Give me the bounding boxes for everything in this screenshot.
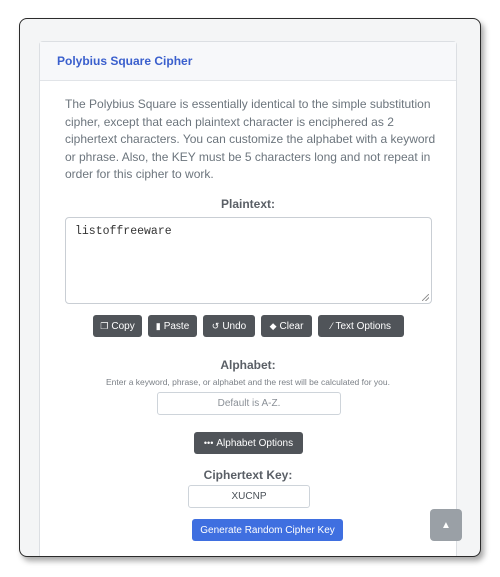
paste-button[interactable]: ▮ Paste: [148, 315, 197, 337]
description-text: The Polybius Square is essentially ident…: [65, 97, 436, 181]
card-title: Polybius Square Cipher: [57, 54, 193, 68]
generate-key-button[interactable]: Generate Random Cipher Key: [192, 519, 343, 541]
clear-button[interactable]: ◆ Clear: [261, 315, 312, 337]
ellipsis-icon: •••: [203, 437, 214, 448]
cipher-key-input[interactable]: XUCNP: [188, 485, 310, 508]
window-frame: Polybius Square Cipher The Polybius Squa…: [19, 18, 481, 557]
alphabet-options-button[interactable]: ••• Alphabet Options: [194, 432, 303, 454]
paste-label: Paste: [163, 320, 190, 332]
alphabet-placeholder: Default is A-Z.: [217, 398, 281, 409]
copy-label: Copy: [111, 320, 135, 332]
clear-label: Clear: [279, 320, 304, 332]
alphabet-input[interactable]: Default is A-Z.: [157, 392, 341, 415]
copy-icon: ❐: [100, 320, 109, 331]
eraser-icon: ◆: [269, 320, 277, 331]
undo-button[interactable]: ↺ Undo: [203, 315, 255, 337]
magic-wand-icon: ⁄: [330, 320, 333, 331]
alphabet-options-label: Alphabet Options: [216, 437, 294, 449]
cipher-card: Polybius Square Cipher The Polybius Squa…: [39, 41, 457, 556]
chevron-up-icon: ▲: [441, 519, 451, 531]
alphabet-hint: Enter a keyword, phrase, or alphabet and…: [106, 377, 390, 387]
plaintext-label: Plaintext:: [220, 197, 275, 211]
resize-handle-icon[interactable]: [422, 294, 429, 301]
scroll-to-top-button[interactable]: ▲: [430, 509, 462, 541]
copy-button[interactable]: ❐ Copy: [93, 315, 142, 337]
plaintext-value: listoffreeware: [75, 225, 172, 238]
plaintext-textarea[interactable]: listoffreeware: [65, 217, 432, 304]
clipboard-icon: ▮: [155, 320, 161, 331]
cipher-key-label: Ciphertext Key:: [203, 468, 293, 482]
generate-key-label: Generate Random Cipher Key: [200, 524, 335, 536]
card-header: Polybius Square Cipher: [40, 42, 456, 81]
alphabet-label: Alphabet:: [220, 358, 276, 372]
cipher-key-value: XUCNP: [231, 491, 267, 502]
text-options-label: Text Options: [335, 320, 392, 332]
text-options-button[interactable]: ⁄ Text Options: [318, 315, 404, 337]
undo-icon: ↺: [211, 320, 220, 331]
undo-label: Undo: [222, 320, 247, 332]
